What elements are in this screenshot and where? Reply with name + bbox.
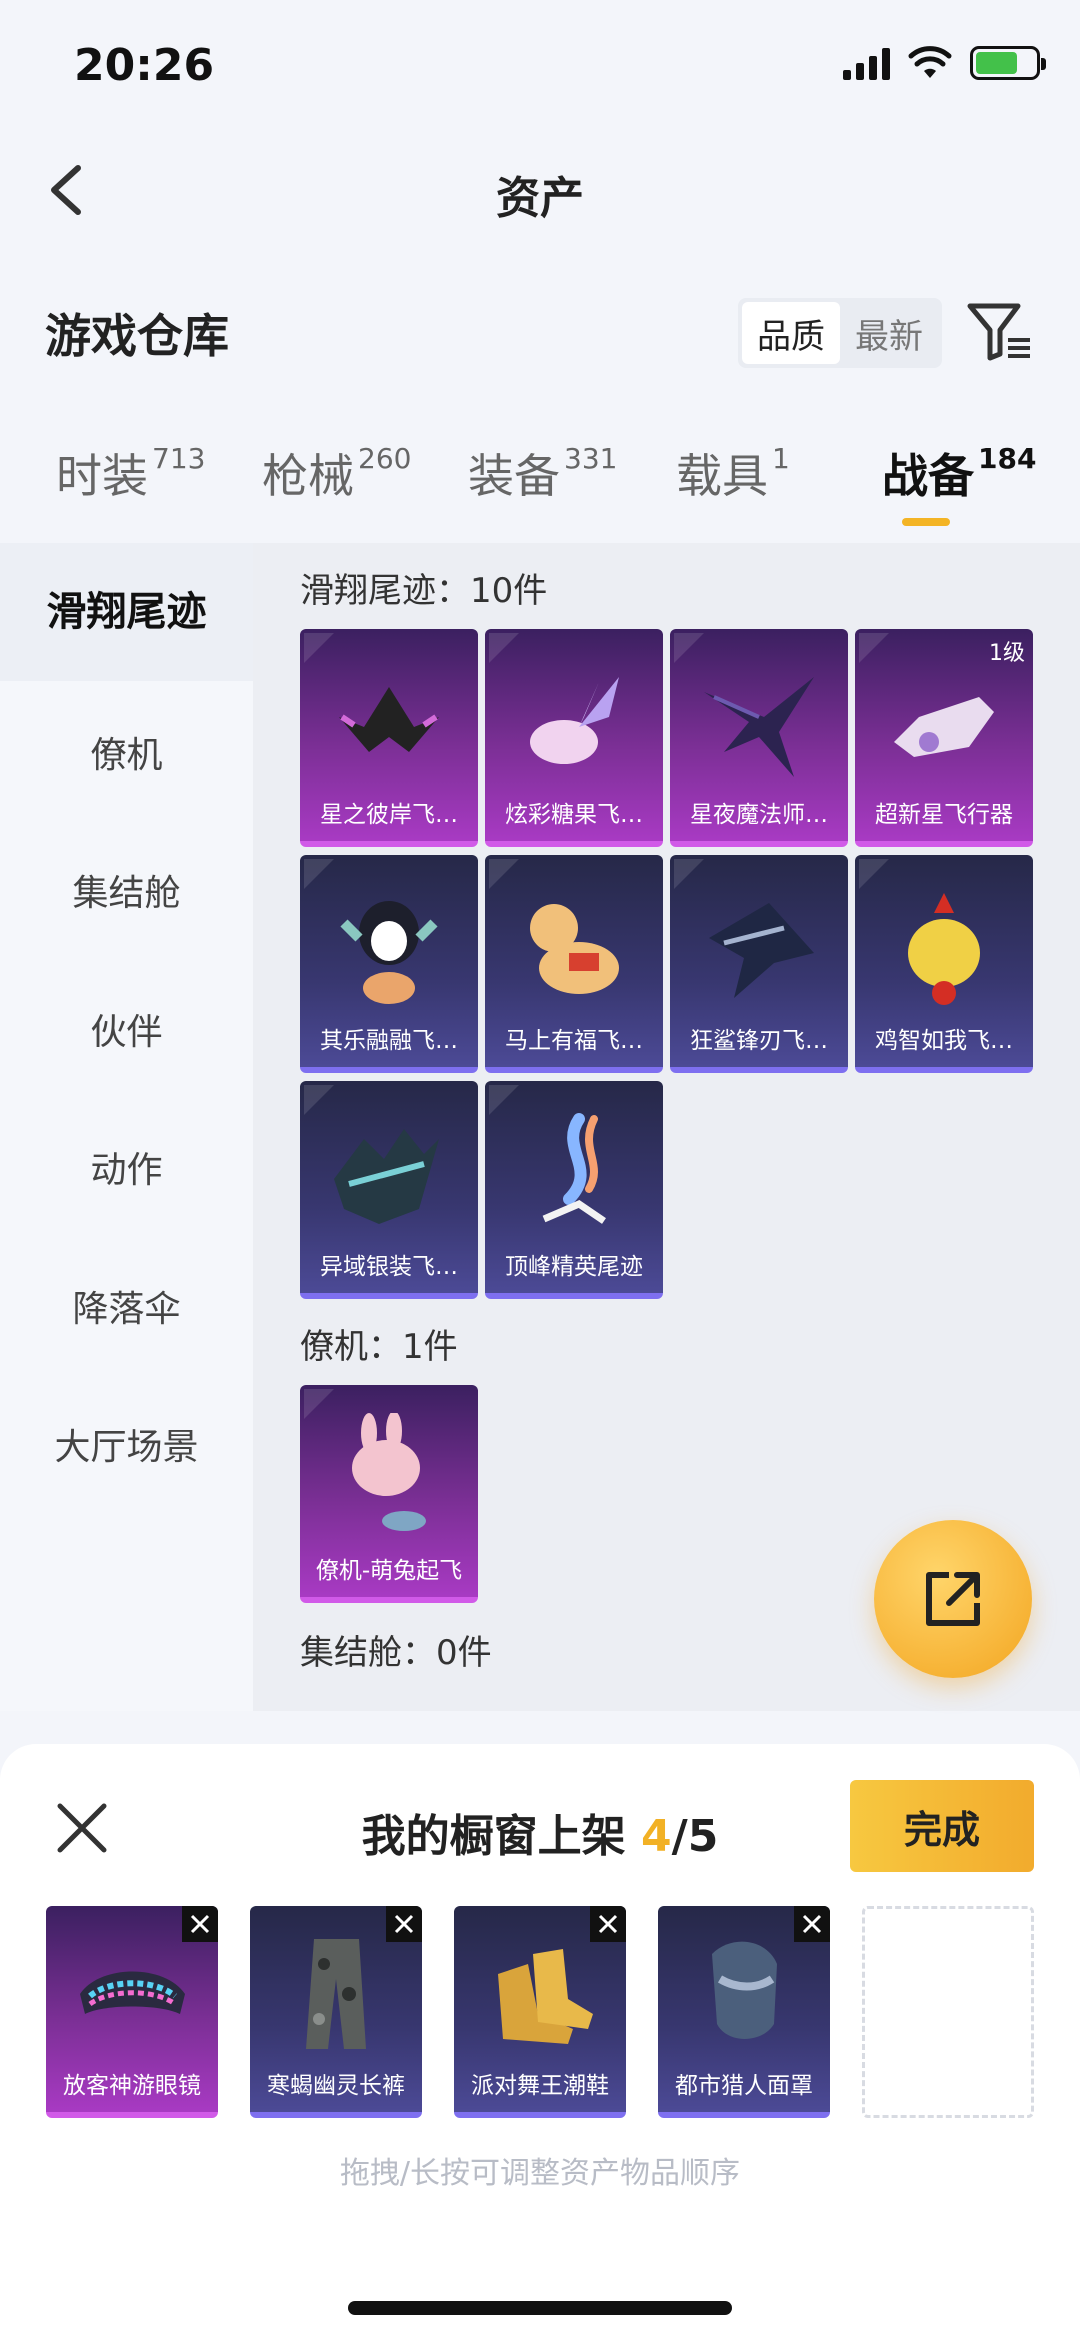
item-label: 其乐融融飞… [320,1028,458,1054]
item-card[interactable]: 炫彩糖果飞… [485,629,663,847]
status-time: 20:26 [74,40,215,91]
tab-equipment[interactable]: 装备 331 [468,440,617,506]
category-tabs: 时装 713 枪械 260 装备 331 载具 1 战备 184 [40,440,1050,540]
led-glasses-icon [80,1971,185,2014]
item-card[interactable]: 顶峰精英尾迹 [485,1081,663,1299]
remove-x-icon[interactable] [794,1906,830,1942]
share-external-icon [926,1572,980,1626]
item-label: 星之彼岸飞… [320,802,458,828]
item-card[interactable]: 僚机-萌兔起飞 [300,1385,478,1603]
item-label: 马上有福飞… [505,1028,643,1054]
header: 资产 [0,140,1080,240]
sidebar-item-emote[interactable]: 动作 [0,1141,253,1193]
item-label: 僚机-萌兔起飞 [315,1558,463,1584]
showcase-slot[interactable]: 寒蝎幽灵长裤 [250,1906,422,2118]
filter-icon[interactable] [966,300,1036,364]
remove-x-icon[interactable] [386,1906,422,1942]
tab-vehicles[interactable]: 载具 1 [676,440,790,506]
showcase-item-label: 派对舞王潮鞋 [471,2073,609,2099]
camo-pants-icon [306,1939,366,2049]
item-card[interactable]: 1级 超新星飞行器 [855,629,1033,847]
remove-x-icon[interactable] [182,1906,218,1942]
item-label: 鸡智如我飞… [875,1028,1013,1054]
smoke-trail-icon [542,1113,606,1224]
tab-fashion[interactable]: 时装 713 [56,440,205,506]
status-bar: 20:26 [0,0,1080,130]
sort-quality-option[interactable]: 品质 [742,302,840,364]
sidebar: 滑翔尾迹 僚机 集结舱 伙伴 动作 降落伞 大厅场景 [0,543,253,1711]
item-label: 狂鲨锋刃飞… [690,1028,828,1054]
item-card[interactable]: 其乐融融飞… [300,855,478,1073]
section-title-wingman: 僚机：1件 [300,1327,458,1367]
sidebar-item-assembly-pod[interactable]: 集结舱 [0,864,253,916]
active-tab-indicator [902,518,950,526]
sidebar-item-lobby-scene[interactable]: 大厅场景 [0,1418,253,1470]
showcase-slot[interactable]: 派对舞王潮鞋 [454,1906,626,2118]
item-card[interactable]: 星夜魔法师… [670,629,848,847]
cellular-signal-icon [843,46,890,80]
chicken-glider-icon [908,893,980,1005]
showcase-sheet: 我的橱窗上架 4/5 完成 放客神游眼镜 寒蝎幽灵长裤 派对舞王潮鞋 都市猎人面… [0,1744,1080,2339]
item-label: 星夜魔法师… [690,802,828,828]
item-card[interactable]: 狂鲨锋刃飞… [670,855,848,1073]
item-label: 顶峰精英尾迹 [505,1254,643,1280]
item-label: 炫彩糖果飞… [505,802,643,828]
warehouse-title: 游戏仓库 [45,309,229,363]
section-title-assembly-pod: 集结舱：0件 [300,1633,492,1673]
candy-glider-icon [530,677,619,764]
remove-x-icon[interactable] [590,1906,626,1942]
tab-battle-prep[interactable]: 战备 184 [882,440,1036,506]
glider-icon [339,687,439,752]
sidebar-item-wingman[interactable]: 僚机 [0,726,253,778]
page-title: 资产 [496,173,584,224]
item-card[interactable]: 马上有福飞… [485,855,663,1073]
home-indicator [348,2301,732,2315]
showcase-item-label: 都市猎人面罩 [675,2073,813,2099]
face-mask-icon [712,1941,777,2039]
battery-icon [970,46,1046,80]
sidebar-item-parachute[interactable]: 降落伞 [0,1280,253,1332]
gold-sneakers-icon [498,1949,593,2044]
section-title-glide-trail: 滑翔尾迹：10件 [300,571,548,611]
item-label: 超新星飞行器 [875,802,1013,828]
bunny-wingman-icon [352,1413,426,1531]
showcase-slot[interactable]: 都市猎人面罩 [658,1906,830,2118]
tab-guns[interactable]: 枪械 260 [262,440,411,506]
share-button[interactable] [874,1520,1032,1678]
showcase-slot[interactable]: 放客神游眼镜 [46,1906,218,2118]
showcase-item-label: 寒蝎幽灵长裤 [267,2073,405,2099]
item-label: 异域银装飞… [320,1254,458,1280]
penguin-glider-icon [340,901,438,1004]
empty-showcase-slot[interactable] [862,1906,1034,2118]
showcase-item-label: 放客神游眼镜 [63,2073,201,2099]
spaceship-glider-icon [894,697,994,757]
shark-glider-icon [709,903,814,998]
sidebar-item-glide-trail[interactable]: 滑翔尾迹 [0,543,253,681]
wifi-icon [908,46,952,78]
item-card[interactable]: 异域银装飞… [300,1081,478,1299]
horse-glider-icon [530,904,619,994]
item-card[interactable]: 鸡智如我飞… [855,855,1033,1073]
reorder-hint: 拖拽/长按可调整资产物品顺序 [339,2156,741,2191]
sort-newest-option[interactable]: 最新 [840,302,938,364]
raven-glider-icon [704,677,814,777]
silver-glider-icon [334,1129,439,1224]
sidebar-item-companion[interactable]: 伙伴 [0,1003,253,1055]
done-button[interactable]: 完成 [850,1780,1034,1872]
sort-toggle[interactable]: 品质 最新 [738,298,942,368]
item-card[interactable]: 星之彼岸飞… [300,629,478,847]
status-icons [843,46,1046,80]
